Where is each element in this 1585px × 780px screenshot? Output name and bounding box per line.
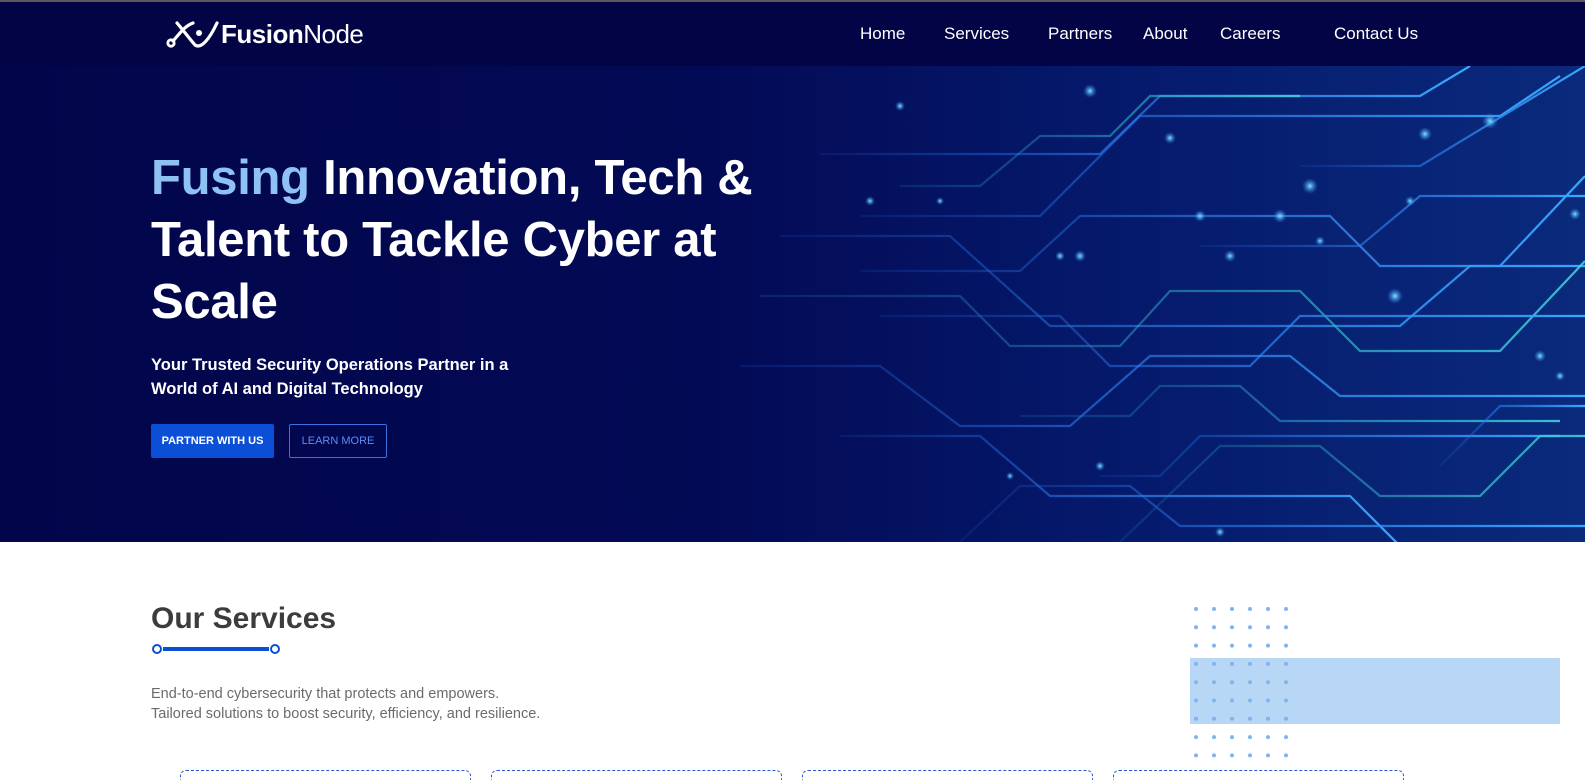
decor-dot <box>1284 625 1288 630</box>
decor-dot <box>1212 643 1216 648</box>
title-underline-decoration <box>152 644 280 654</box>
hero-title-accent: Fusing <box>151 151 310 205</box>
decor-dot <box>1212 661 1216 666</box>
decor-dot <box>1248 716 1252 721</box>
top-navbar: FusionNode Home Services Partners About … <box>0 2 1585 66</box>
decor-dot <box>1284 698 1288 703</box>
decor-dot <box>1266 607 1270 611</box>
decor-dot <box>1266 661 1270 666</box>
decor-dot <box>1194 607 1198 611</box>
hero-title: Fusing Innovation, Tech & Talent to Tack… <box>151 147 791 333</box>
decor-dot <box>1230 753 1234 758</box>
decor-dot <box>1248 753 1252 758</box>
decor-dot <box>1212 698 1216 703</box>
service-card-3[interactable] <box>802 770 1093 780</box>
nav-partners[interactable]: Partners <box>1048 24 1112 44</box>
brand-name: FusionNode <box>221 18 364 49</box>
decor-dot <box>1194 698 1198 703</box>
decor-dot <box>1194 625 1198 630</box>
decor-dot <box>1212 735 1216 740</box>
decor-dot <box>1248 625 1252 630</box>
decor-dot <box>1284 643 1288 648</box>
service-card-2[interactable] <box>491 770 782 780</box>
decor-dot <box>1266 680 1270 685</box>
decor-dot <box>1212 625 1216 630</box>
decor-dot <box>1230 661 1234 666</box>
nav-careers[interactable]: Careers <box>1220 24 1280 44</box>
decor-dot <box>1284 680 1288 685</box>
decor-dot <box>1194 735 1198 740</box>
services-description: End-to-end cybersecurity that protects a… <box>151 684 671 724</box>
decor-dot <box>1230 625 1234 630</box>
decor-dot <box>1284 607 1288 611</box>
hero-subtitle: Your Trusted Security Operations Partner… <box>151 356 509 398</box>
decor-dot <box>1230 735 1234 740</box>
dot-grid-decoration <box>1194 607 1288 758</box>
decor-dot <box>1194 680 1198 685</box>
decor-dot <box>1248 680 1252 685</box>
fusion-x-icon <box>166 21 219 48</box>
nav-about[interactable]: About <box>1143 24 1187 44</box>
decor-dot <box>1284 735 1288 740</box>
services-description-line-1: End-to-end cybersecurity that protects a… <box>151 686 500 702</box>
decor-dot <box>1266 735 1270 740</box>
decor-dot <box>1230 607 1234 611</box>
decor-dot <box>1266 643 1270 648</box>
decor-dot <box>1194 643 1198 648</box>
decor-dot <box>1248 607 1252 611</box>
decor-dot <box>1266 625 1270 630</box>
decor-dot <box>1266 716 1270 721</box>
decor-dot <box>1284 716 1288 721</box>
decor-dot <box>1230 643 1234 648</box>
decor-dot <box>1284 661 1288 666</box>
decor-dot <box>1248 735 1252 740</box>
decor-dot <box>1248 698 1252 703</box>
decor-dot <box>1230 698 1234 703</box>
decor-dot <box>1230 680 1234 685</box>
service-card-1[interactable] <box>180 770 471 780</box>
decor-dot <box>1194 753 1198 758</box>
decor-dot <box>1284 753 1288 758</box>
decor-dot <box>1212 753 1216 758</box>
services-description-line-2: Tailored solutions to boost security, ef… <box>151 706 541 722</box>
service-card-4[interactable] <box>1113 770 1404 780</box>
learn-more-button[interactable]: LEARN MORE <box>289 424 387 458</box>
decor-dot <box>1212 607 1216 611</box>
hero-section: Fusing Innovation, Tech & Talent to Tack… <box>0 66 1585 542</box>
decor-dot <box>1194 661 1198 666</box>
decor-dot <box>1194 716 1198 721</box>
services-title: Our Services <box>151 602 337 635</box>
nav-contact-us[interactable]: Contact Us <box>1334 24 1418 44</box>
partner-with-us-button[interactable]: PARTNER WITH US <box>151 424 274 458</box>
brand-logo[interactable]: FusionNode <box>165 18 364 50</box>
decor-dot <box>1266 698 1270 703</box>
decor-dot <box>1266 753 1270 758</box>
decor-dot <box>1230 716 1234 721</box>
nav-home[interactable]: Home <box>860 24 905 44</box>
decor-dot <box>1212 716 1216 721</box>
decor-dot <box>1248 661 1252 666</box>
decor-dot <box>1248 643 1252 648</box>
decor-dot <box>1212 680 1216 685</box>
nav-services[interactable]: Services <box>944 24 1009 44</box>
